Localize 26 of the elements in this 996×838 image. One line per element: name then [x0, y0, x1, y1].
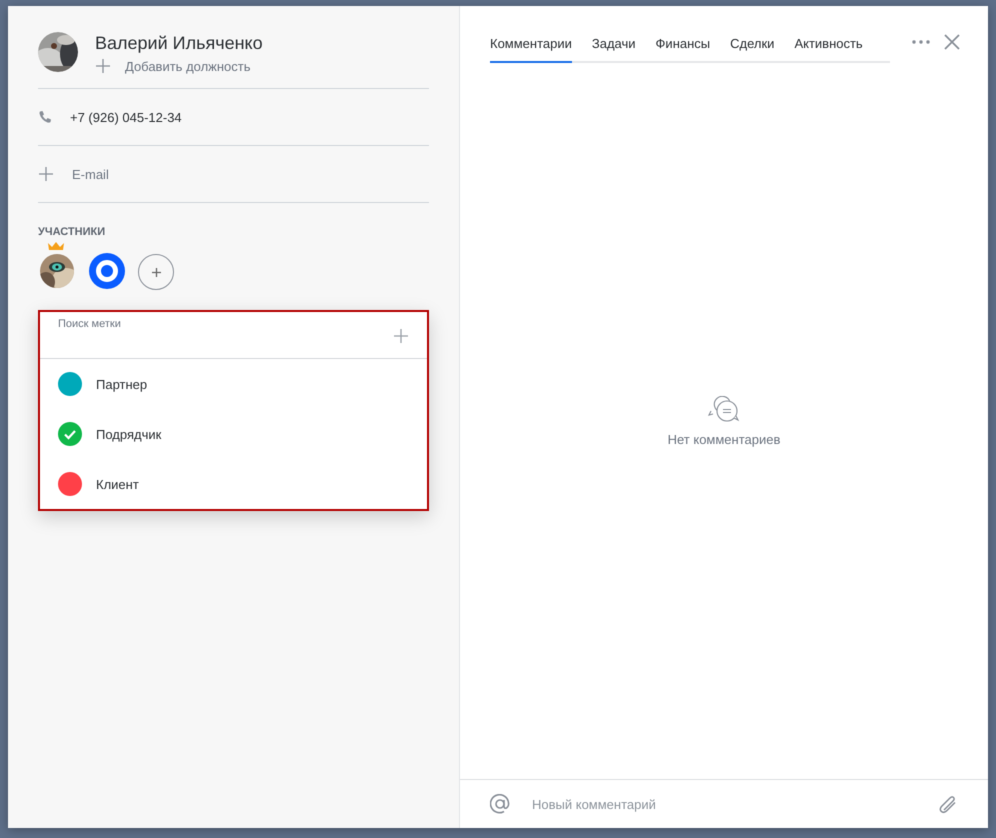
empty-state-text: Нет комментариев — [668, 432, 780, 446]
phone-icon — [38, 110, 52, 124]
tab[interactable]: Активность — [794, 34, 863, 63]
at-sign-icon[interactable] — [490, 794, 510, 814]
tag-search-field[interactable]: Поиск метки — [58, 318, 258, 330]
tag-option[interactable]: Партнер — [96, 376, 148, 392]
section-title: УЧАСТНИКИ — [38, 226, 106, 238]
add-member-button[interactable] — [138, 254, 174, 290]
tag-option[interactable]: Клиент — [96, 476, 139, 492]
comment-field[interactable]: Новый комментарий — [530, 796, 918, 812]
phone-number: +7 (926) 045-12-34 — [70, 110, 182, 124]
plus-icon[interactable] — [393, 328, 409, 344]
tag-option[interactable]: Подрядчик — [96, 426, 162, 442]
tab[interactable]: Задачи — [592, 34, 636, 63]
tab[interactable]: Сделки — [730, 34, 774, 63]
tab[interactable]: Комментарии — [490, 34, 572, 63]
plus-icon — [150, 266, 162, 278]
plus-icon — [95, 58, 111, 74]
chat-bubbles-icon — [708, 396, 740, 422]
close-icon[interactable] — [944, 34, 960, 50]
tab[interactable]: Финансы — [656, 34, 710, 63]
add-position-link[interactable]: Добавить должность — [125, 58, 251, 74]
contact-name: Валерий Ильяченко — [95, 32, 263, 54]
plus-icon — [38, 166, 54, 182]
add-email-link[interactable]: E-mail — [72, 166, 109, 182]
more-icon[interactable] — [912, 38, 930, 46]
